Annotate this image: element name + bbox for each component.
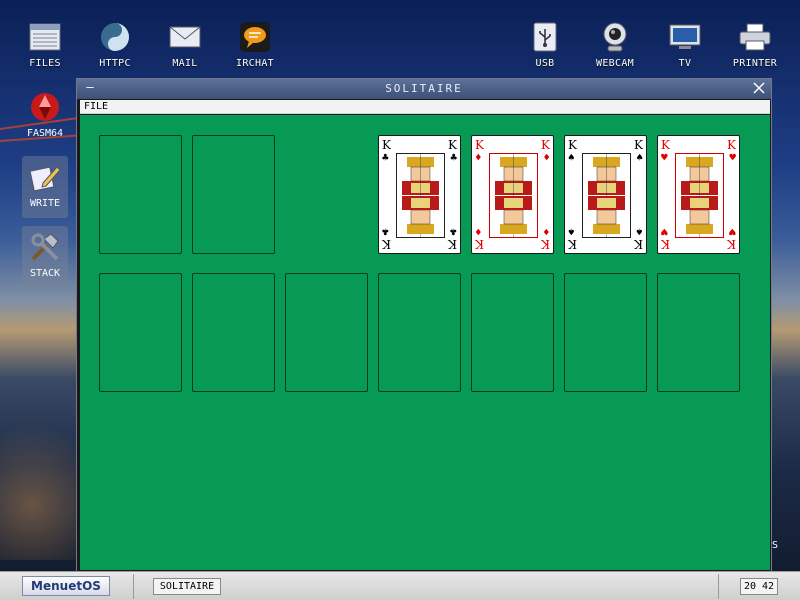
card-suit: ♦ [475, 225, 482, 238]
card-rank: K [475, 237, 484, 251]
desktop-icon-files[interactable]: FILES [15, 20, 75, 69]
card-rank: K [634, 237, 643, 251]
desktop-icon-label: HTTPC [99, 58, 131, 69]
desktop-icon-mail[interactable]: MAIL [155, 20, 215, 69]
card-rank: K [634, 138, 643, 152]
close-icon [753, 82, 765, 94]
clock: 20 42 [740, 578, 778, 595]
foundation-card[interactable]: K ♥ K ♥ K ♥ K ♥ [657, 135, 740, 254]
desktop-icon-irchat[interactable]: IRCHAT [225, 20, 285, 69]
tableau-pile[interactable] [471, 273, 554, 392]
card-rank: K [382, 237, 391, 251]
mail-icon [168, 20, 202, 54]
window-titlebar[interactable]: — SOLITAIRE [77, 79, 771, 99]
desktop-icon-label: USB [535, 58, 555, 69]
window-title: SOLITAIRE [385, 82, 463, 95]
foundation-card[interactable]: K ♣ K ♣ K ♣ K ♣ [378, 135, 461, 254]
desktop-edge-text: S [772, 540, 779, 551]
tableau-pile[interactable] [192, 273, 275, 392]
write-icon [28, 160, 62, 194]
card-rank: K [541, 237, 550, 251]
desktop-icon-write[interactable]: WRITE [22, 156, 68, 218]
desktop-icon-label: WEBCAM [596, 58, 634, 69]
card-rank: K [661, 138, 670, 152]
files-icon [28, 20, 62, 54]
card-suit: ♠ [568, 151, 575, 164]
desktop-icon-usb[interactable]: USB [515, 20, 575, 69]
fasm64-icon [28, 90, 62, 124]
usb-icon [528, 20, 562, 54]
king-face-icon [675, 153, 724, 238]
card-suit: ♥ [661, 225, 668, 238]
foundation-card[interactable]: K ♠ K ♠ K ♠ K ♠ [564, 135, 647, 254]
card-suit: ♣ [382, 225, 389, 238]
card-suit: ♠ [568, 225, 575, 238]
card-rank: K [448, 237, 457, 251]
card-rank: K [727, 237, 736, 251]
printer-icon [738, 20, 772, 54]
stock-pile[interactable] [99, 135, 182, 254]
taskbar-item-solitaire[interactable]: SOLITAIRE [153, 578, 221, 595]
card-suit: ♠ [636, 225, 643, 238]
card-suit: ♠ [636, 151, 643, 164]
tableau-pile[interactable] [378, 273, 461, 392]
stack-icon [28, 230, 62, 264]
card-suit: ♥ [661, 151, 668, 164]
httpc-icon [98, 20, 132, 54]
desktop-icon-label: MAIL [172, 58, 198, 69]
card-suit: ♣ [450, 225, 457, 238]
desktop-icon-label: PRINTER [732, 58, 778, 69]
king-face-icon [582, 153, 631, 238]
solitaire-window: — SOLITAIRE FILE K ♣ K ♣ K ♣ K ♣ K ♦ K ♦ [76, 78, 772, 572]
desktop-icon-webcam[interactable]: WEBCAM [585, 20, 645, 69]
desktop-icon-label: FASM64 [26, 128, 64, 139]
desktop-icon-stack[interactable]: STACK [22, 226, 68, 288]
foundation-card[interactable]: K ♦ K ♦ K ♦ K ♦ [471, 135, 554, 254]
city-lights [0, 380, 80, 560]
tv-icon [668, 20, 702, 54]
card-suit: ♥ [729, 225, 736, 238]
desktop-icon-printer[interactable]: PRINTER [725, 20, 785, 69]
taskbar-divider [718, 574, 719, 599]
card-rank: K [727, 138, 736, 152]
card-rank: K [448, 138, 457, 152]
card-suit: ♦ [475, 151, 482, 164]
card-suit: ♣ [382, 151, 389, 164]
desktop-icon-label: WRITE [29, 198, 61, 209]
card-suit: ♣ [450, 151, 457, 164]
king-face-icon [489, 153, 538, 238]
desktop-icon-label: FILES [29, 58, 61, 69]
waste-pile[interactable] [192, 135, 275, 254]
menu-bar: FILE [80, 100, 770, 114]
desktop-icon-httpc[interactable]: HTTPC [85, 20, 145, 69]
card-rank: K [475, 138, 484, 152]
card-rank: K [568, 237, 577, 251]
taskbar-divider [133, 574, 134, 599]
desktop-icon-label: IRCHAT [236, 58, 274, 69]
desktop-icon-fasm64[interactable]: FASM64 [22, 86, 68, 148]
close-button[interactable] [751, 80, 767, 96]
card-suit: ♥ [729, 151, 736, 164]
king-face-icon [396, 153, 445, 238]
card-rank: K [541, 138, 550, 152]
card-rank: K [568, 138, 577, 152]
desktop-icon-label: STACK [29, 268, 61, 279]
desktop-icon-tv[interactable]: TV [655, 20, 715, 69]
tableau-pile[interactable] [285, 273, 368, 392]
irchat-icon [238, 20, 272, 54]
tableau-pile[interactable] [564, 273, 647, 392]
tableau-pile[interactable] [99, 273, 182, 392]
card-suit: ♦ [543, 225, 550, 238]
start-button[interactable]: MenuetOS [22, 576, 110, 596]
tableau-pile[interactable] [657, 273, 740, 392]
menu-file[interactable]: FILE [84, 101, 108, 112]
taskbar: MenuetOS SOLITAIRE 20 42 [0, 571, 800, 600]
card-suit: ♦ [543, 151, 550, 164]
game-table: K ♣ K ♣ K ♣ K ♣ K ♦ K ♦ K ♦ K ♦ K ♠ K ♠ [80, 115, 770, 570]
desktop-icon-label: TV [678, 58, 692, 69]
card-rank: K [382, 138, 391, 152]
webcam-icon [598, 20, 632, 54]
card-rank: K [661, 237, 670, 251]
